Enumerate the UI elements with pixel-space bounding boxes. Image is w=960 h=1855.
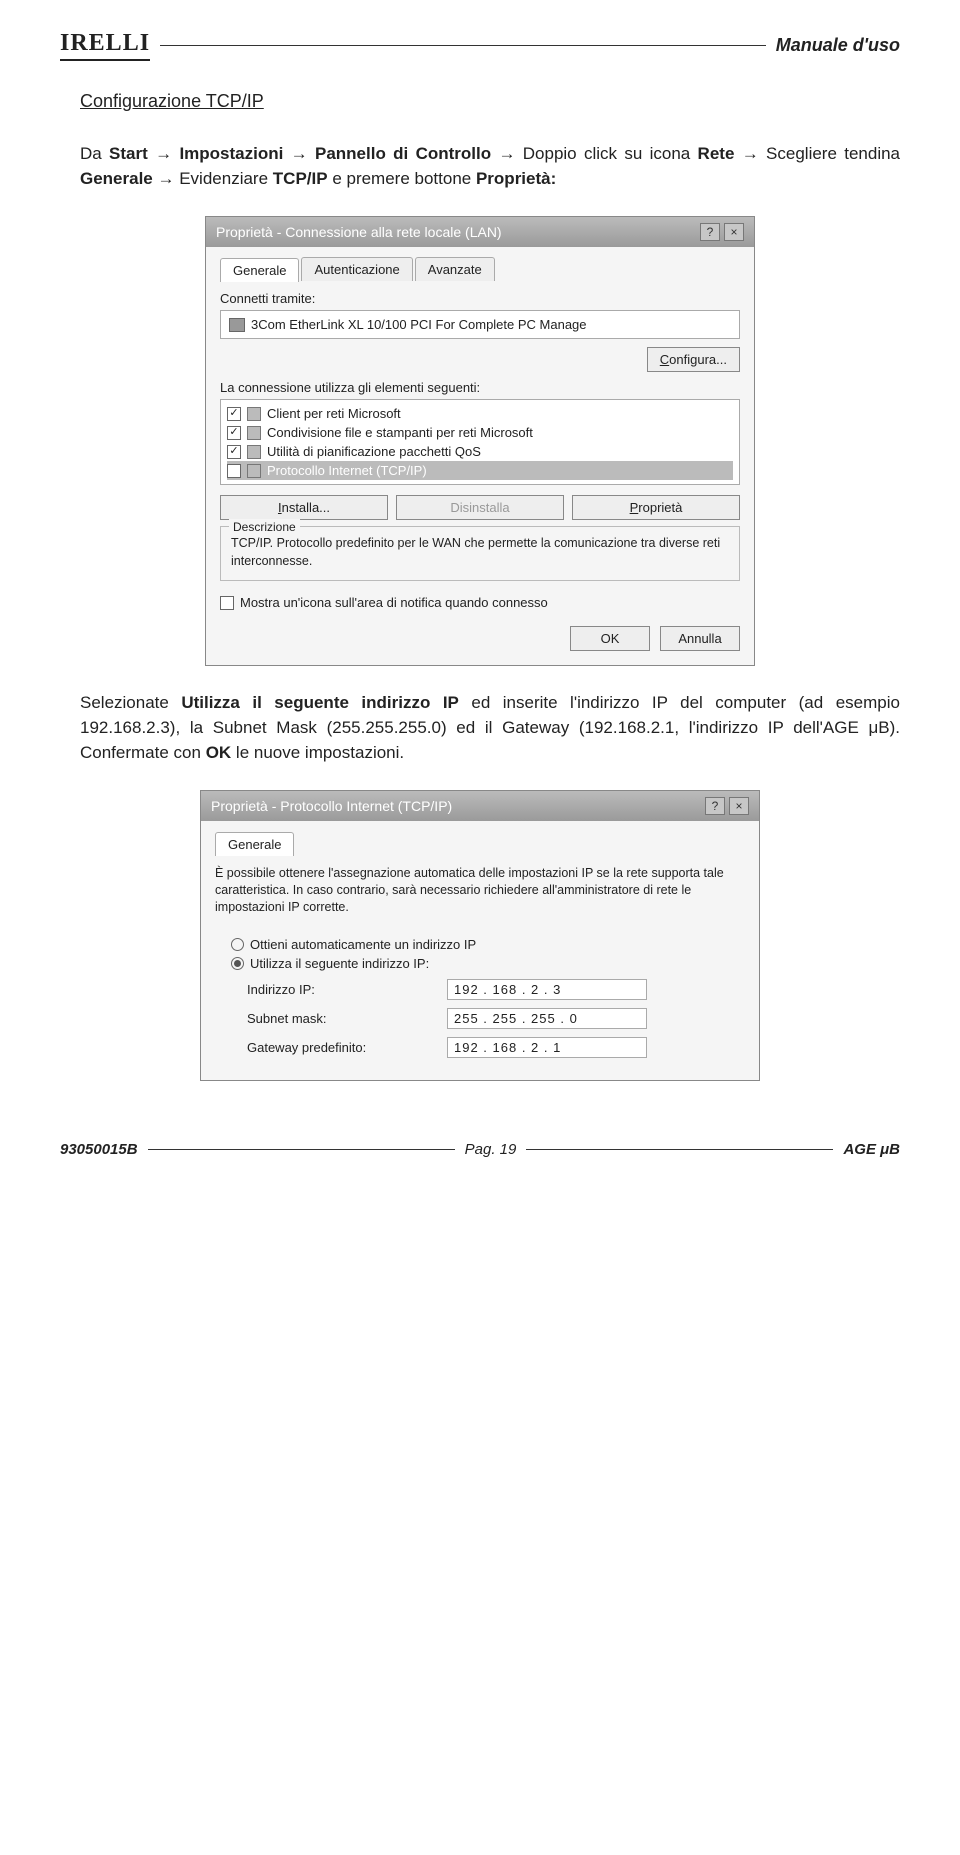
tcpip-properties-dialog: Proprietà - Protocollo Internet (TCP/IP)… [200,790,760,1081]
footer-rule [148,1149,455,1150]
radio-manual-label: Utilizza il seguente indirizzo IP: [250,956,429,971]
text: → Doppio click su icona [498,144,697,163]
text: → Evidenziare [158,169,273,188]
checkbox-icon[interactable]: ✓ [227,445,241,459]
text: → [291,144,315,163]
text: → [155,144,179,163]
tab-strip: Generale [215,831,745,855]
kw-pannello: Pannello di Controllo [315,144,491,163]
titlebar: Proprietà - Protocollo Internet (TCP/IP)… [201,791,759,821]
ip-label: Indirizzo IP: [247,982,447,997]
list-item[interactable]: ✓ Client per reti Microsoft [227,404,733,423]
help-button[interactable]: ? [700,223,720,241]
page-header: IRELLI Manuale d'uso [60,30,900,61]
connetti-label: Connetti tramite: [220,291,740,306]
tab-avanzate[interactable]: Avanzate [415,257,495,281]
gw-label: Gateway predefinito: [247,1040,447,1055]
header-rule [160,45,766,46]
kw-proprieta: Proprietà: [476,169,556,188]
description-legend: Descrizione [229,519,300,536]
close-button[interactable]: × [724,223,744,241]
configura-button[interactable]: CConfigura...onfigura... [647,347,740,372]
gw-input[interactable]: 192 . 168 . 2 . 1 [447,1037,647,1058]
component-icon [247,426,261,440]
kw-utilizza: Utilizza il seguente indirizzo IP [181,693,459,712]
mask-input[interactable]: 255 . 255 . 255 . 0 [447,1008,647,1029]
elements-label: La connessione utilizza gli elementi seg… [220,380,740,395]
section-title: Configurazione TCP/IP [80,91,900,112]
kw-tcpip: TCP/IP [273,169,328,188]
text: le nuove impostazioni. [236,743,404,762]
disinstalla-button: Disinstalla [396,495,564,520]
text: Da [80,144,109,163]
tab-strip: Generale Autenticazione Avanzate [220,257,740,281]
close-button[interactable]: × [729,797,749,815]
help-button[interactable]: ? [705,797,725,815]
title-text: Proprietà - Protocollo Internet (TCP/IP) [211,798,452,814]
second-paragraph: Selezionate Utilizza il seguente indiriz… [80,691,900,765]
list-item[interactable]: ✓ Condivisione file e stampanti per reti… [227,423,733,442]
item-label: Condivisione file e stampanti per reti M… [267,425,533,440]
page-number: Pag. 19 [465,1141,517,1158]
kw-impostazioni: Impostazioni [179,144,283,163]
ip-input[interactable]: 192 . 168 . 2 . 3 [447,979,647,1000]
doc-code: 93050015B [60,1141,138,1158]
kw-generale: Generale [80,169,153,188]
page-footer: 93050015B Pag. 19 AGE μB [60,1141,900,1158]
manual-title: Manuale d'uso [776,35,900,56]
component-icon [247,464,261,478]
kw-rete: Rete [698,144,735,163]
components-listbox[interactable]: ✓ Client per reti Microsoft ✓ Condivisio… [220,399,740,485]
list-item-selected[interactable]: ✓ Protocollo Internet (TCP/IP) [227,461,733,480]
nic-name: 3Com EtherLink XL 10/100 PCI For Complet… [251,317,587,332]
checkbox-icon[interactable]: ✓ [227,407,241,421]
titlebar: Proprietà - Connessione alla rete locale… [206,217,754,247]
description-text: TCP/IP. Protocollo predefinito per le WA… [231,536,720,568]
title-text: Proprietà - Connessione alla rete locale… [216,224,502,240]
list-item[interactable]: ✓ Utilità di pianificazione pacchetti Qo… [227,442,733,461]
tab-autenticazione[interactable]: Autenticazione [301,257,412,281]
item-label: Protocollo Internet (TCP/IP) [267,463,427,478]
component-icon [247,445,261,459]
description-group: Descrizione TCP/IP. Protocollo predefini… [220,526,740,581]
nic-icon [229,318,245,332]
component-icon [247,407,261,421]
product-code: AGE μB [843,1141,900,1158]
tab-generale[interactable]: Generale [215,832,294,856]
radio-manual-ip[interactable] [231,957,244,970]
brand-logo: IRELLI [60,30,150,61]
lan-properties-dialog: Proprietà - Connessione alla rete locale… [205,216,755,666]
text: → Scegliere tendina [742,144,900,163]
item-label: Client per reti Microsoft [267,406,401,421]
installa-button[interactable]: Installa... [220,495,388,520]
mask-label: Subnet mask: [247,1011,447,1026]
tcpip-description: È possibile ottenere l'assegnazione auto… [215,865,745,916]
kw-start: Start [109,144,148,163]
radio-auto-ip[interactable] [231,938,244,951]
intro-paragraph: Da Start → Impostazioni → Pannello di Co… [80,142,900,191]
ok-button[interactable]: OK [570,626,650,651]
radio-auto-label: Ottieni automaticamente un indirizzo IP [250,937,476,952]
tab-generale[interactable]: Generale [220,258,299,282]
checkbox-icon[interactable]: ✓ [227,426,241,440]
checkbox-icon[interactable]: ✓ [227,464,241,478]
tray-icon-label: Mostra un'icona sull'area di notifica qu… [240,595,548,610]
nic-display: 3Com EtherLink XL 10/100 PCI For Complet… [220,310,740,339]
kw-ok: OK [206,743,232,762]
proprieta-button[interactable]: Proprietà [572,495,740,520]
tray-icon-checkbox[interactable] [220,596,234,610]
text: Selezionate [80,693,181,712]
item-label: Utilità di pianificazione pacchetti QoS [267,444,481,459]
text: e premere bottone [332,169,476,188]
footer-rule [526,1149,833,1150]
annulla-button[interactable]: Annulla [660,626,740,651]
